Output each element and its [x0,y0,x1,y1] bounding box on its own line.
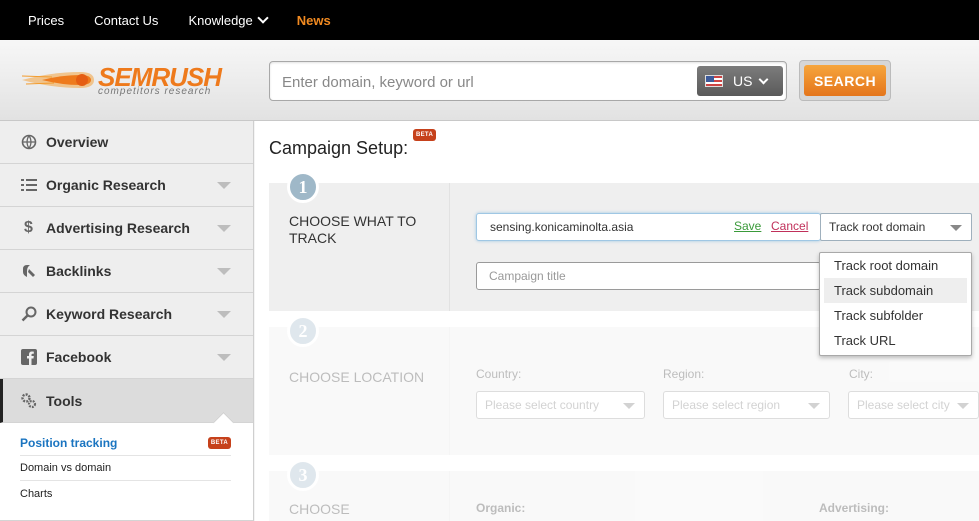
dollar-icon: $ [24,219,33,236]
search-input[interactable] [282,71,682,93]
country-code: US [733,73,753,89]
step-header: 3 CHOOSE COMPETITORS [269,459,450,521]
track-type-value: Track root domain [829,220,926,234]
sidebar-item-label: Facebook [46,349,112,365]
sidebar-item-organic-research[interactable]: Organic Research [0,164,253,207]
search-button-frame: SEARCH [799,60,891,101]
sidebar-item-label: Keyword Research [46,306,173,322]
sidebar-item-facebook[interactable]: Facebook [0,336,253,379]
step-header: 1 CHOOSE WHAT TO TRACK [269,171,450,311]
dropdown-arrow-icon [808,403,820,409]
chevron-down-icon [759,74,769,84]
step-title: CHOOSE LOCATION [289,369,425,385]
submenu-label: Domain vs domain [20,462,112,474]
sidebar-item-label: Overview [46,134,109,150]
option-track-url[interactable]: Track URL [824,328,967,353]
domain-field[interactable]: sensing.konicaminolta.asia Save Cancel [476,213,821,241]
dropdown-arrow-icon [957,403,969,409]
search-box: US [269,61,787,101]
country-placeholder: Please select country [485,398,600,412]
region-placeholder: Please select region [672,398,781,412]
step-title: CHOOSE WHAT TO TRACK [289,213,417,246]
campaign-title-input[interactable] [489,269,789,283]
submenu-domain-vs-domain[interactable]: Domain vs domain [20,456,231,481]
cancel-link[interactable]: Cancel [771,219,808,233]
header: SEMRUSH competitors research US SEARCH [0,40,979,121]
option-track-subfolder[interactable]: Track subfolder [824,303,967,328]
region-label: Region: [663,367,705,381]
expand-arrow-icon[interactable] [217,311,231,318]
track-type-select[interactable]: Track root domain [820,213,972,241]
step-title: CHOOSE COMPETITORS [289,501,391,521]
nav-news[interactable]: News [297,13,331,28]
step-number: 1 [287,171,319,203]
submenu-label: Position tracking [20,436,118,450]
semrush-logo[interactable]: SEMRUSH competitors research [22,62,232,102]
organic-label: Organic: [476,501,526,515]
beta-badge: BETA [413,129,437,141]
sidebar-item-label: Organic Research [46,177,166,193]
sidebar-item-label: Advertising Research [46,220,190,236]
nav-knowledge[interactable]: Knowledge [188,12,269,28]
campaign-title-field [476,262,821,290]
country-label: Country: [476,367,522,381]
sidebar: Overview Organic Research $ Advertising … [0,121,254,521]
city-label: City: [849,367,873,381]
domain-value: sensing.konicaminolta.asia [490,220,634,234]
step-number: 3 [287,459,319,491]
page-title: Campaign Setup: [269,138,409,158]
chevron-down-icon [257,12,269,24]
facebook-icon [20,349,37,366]
tools-submenu: Position tracking BETA Domain vs domain … [0,423,253,521]
save-link[interactable]: Save [734,219,761,233]
nav-contact-us[interactable]: Contact Us [94,13,158,28]
advertising-label: Advertising: [819,501,890,515]
top-nav: Prices Contact Us Knowledge News [0,0,979,40]
city-placeholder: Please select city [857,398,950,412]
sidebar-item-backlinks[interactable]: Backlinks [0,250,253,293]
region-select[interactable]: Please select region [663,391,830,419]
nav-prices-label: Prices [28,12,65,28]
sidebar-item-label: Backlinks [46,263,112,279]
country-select[interactable]: Please select country [476,391,645,419]
search-icon [20,306,37,323]
beta-badge: BETA [207,437,231,449]
step-choose-competitors: 3 CHOOSE COMPETITORS Organic: Advertisin… [269,459,979,521]
search-button[interactable]: SEARCH [804,65,886,96]
sidebar-item-overview[interactable]: Overview [0,121,253,164]
globe-icon [20,134,37,151]
nav-contact-label: Contact Us [94,12,159,28]
comet-logo-icon [22,72,94,88]
expand-arrow-icon[interactable] [217,182,231,189]
nav-knowledge-label: Knowledge [188,12,253,28]
sidebar-item-keyword-research[interactable]: Keyword Research [0,293,253,336]
logo-tagline: competitors research [98,86,212,97]
sidebar-item-tools[interactable]: Tools [0,379,253,423]
track-type-dropdown: Track root domain Track subdomain Track … [819,252,972,356]
sidebar-item-label: Tools [46,392,83,409]
expand-arrow-icon[interactable] [217,225,231,232]
city-select[interactable]: Please select city [848,391,979,419]
submenu-position-tracking[interactable]: Position tracking BETA [20,431,231,456]
option-track-root-domain[interactable]: Track root domain [824,253,967,278]
dropdown-arrow-icon [950,225,962,231]
submenu-charts[interactable]: Charts [20,481,231,506]
gears-icon [20,392,37,409]
expand-arrow-icon[interactable] [217,354,231,361]
link-icon [20,263,37,280]
us-flag-icon [705,75,723,87]
expand-arrow-icon[interactable] [217,268,231,275]
option-track-subdomain[interactable]: Track subdomain [824,278,967,303]
step-number: 2 [287,315,319,347]
step-header: 2 CHOOSE LOCATION [269,315,450,455]
submenu-label: Charts [20,487,53,500]
sidebar-item-advertising-research[interactable]: $ Advertising Research [0,207,253,250]
nav-prices[interactable]: Prices [28,13,64,28]
list-icon [20,177,37,194]
country-selector[interactable]: US [697,66,783,96]
nav-news-label: News [296,12,331,28]
dropdown-arrow-icon [623,403,635,409]
